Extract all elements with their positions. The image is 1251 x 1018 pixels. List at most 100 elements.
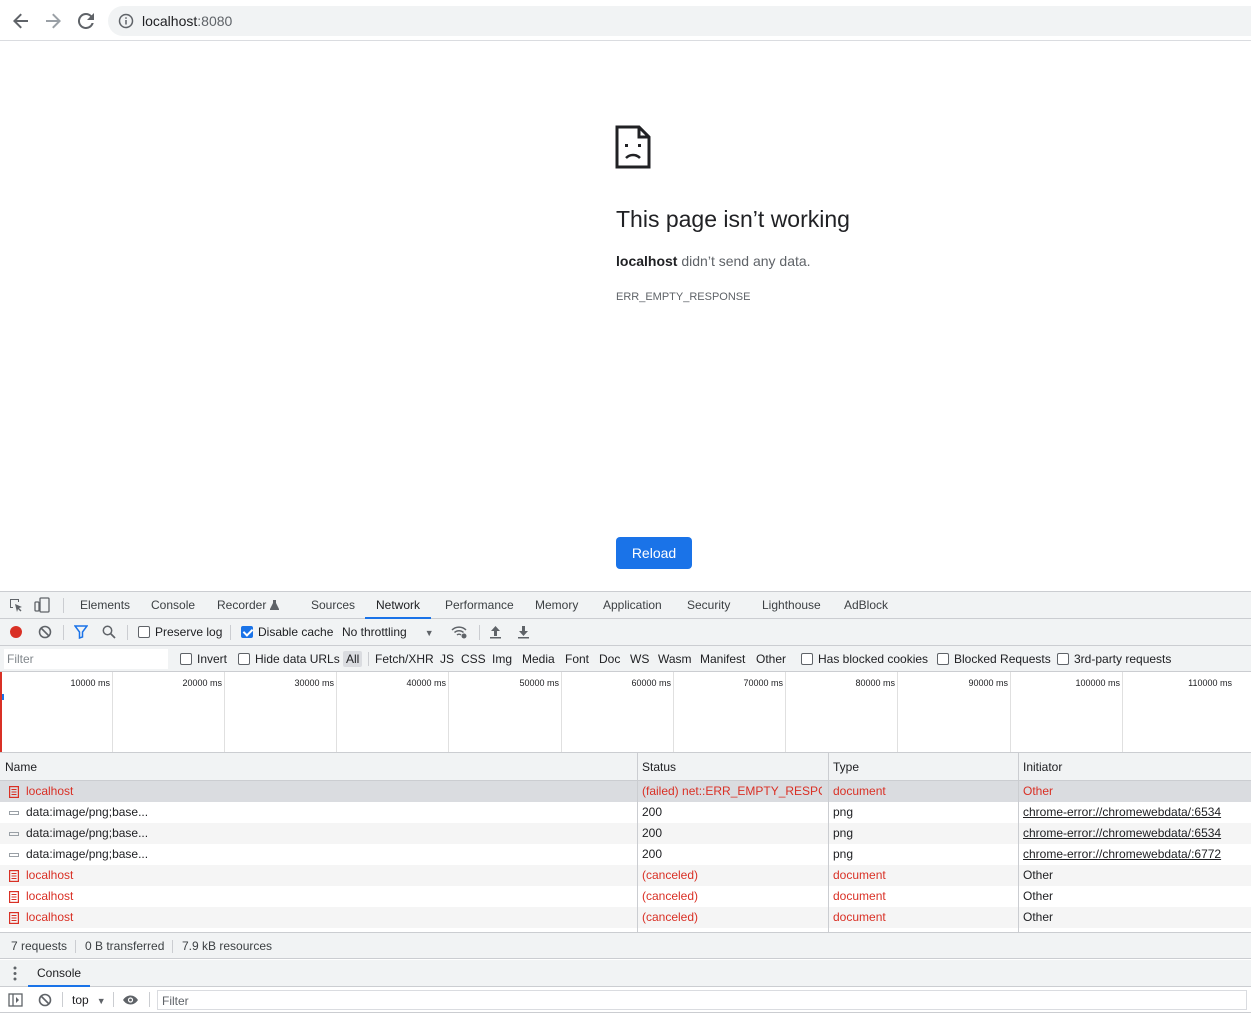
- sidebar-toggle-icon[interactable]: [8, 993, 23, 1007]
- type-filter-img[interactable]: Img: [492, 646, 512, 672]
- inspect-element-icon[interactable]: [9, 598, 24, 613]
- timeline-gridline: [561, 672, 562, 752]
- type-filter-media[interactable]: Media: [522, 646, 555, 672]
- checkbox[interactable]: [241, 626, 253, 638]
- filter-icon[interactable]: [74, 625, 88, 639]
- checkbox[interactable]: [937, 653, 949, 665]
- timeline-label: 110000 ms: [1188, 678, 1232, 688]
- search-icon[interactable]: [102, 625, 116, 639]
- tab-lighthouse[interactable]: Lighthouse: [762, 592, 821, 619]
- clear-icon[interactable]: [38, 625, 52, 639]
- reload-button[interactable]: Reload: [616, 537, 692, 569]
- has-blocked-cookies-checkbox[interactable]: Has blocked cookies: [801, 646, 928, 672]
- request-initiator[interactable]: chrome-error://chromewebdata/:6534: [1023, 823, 1248, 844]
- divider: [149, 992, 150, 1007]
- device-toolbar-icon[interactable]: [34, 597, 50, 613]
- request-status: (failed) net::ERR_EMPTY_RESPO...: [642, 784, 822, 798]
- request-name: localhost: [26, 784, 74, 798]
- clear-console-icon[interactable]: [38, 993, 52, 1007]
- column-divider[interactable]: [637, 753, 638, 932]
- request-name: localhost: [26, 868, 74, 882]
- export-har-icon[interactable]: [517, 625, 530, 639]
- table-row[interactable]: localhost (canceled) document Other: [0, 907, 1251, 928]
- timeline-label: 10000 ms: [70, 678, 110, 688]
- image-icon: [9, 832, 19, 836]
- back-arrow-icon[interactable]: [10, 10, 32, 32]
- column-header-status[interactable]: Status: [642, 753, 676, 781]
- drawer-tabbar: Console: [0, 960, 1251, 987]
- request-count: 7 requests: [11, 939, 68, 953]
- drawer-tab-console[interactable]: Console: [28, 960, 91, 987]
- type-filter-ws[interactable]: WS: [630, 646, 649, 672]
- type-filter-wasm[interactable]: Wasm: [658, 646, 692, 672]
- invert-checkbox[interactable]: Invert: [180, 646, 227, 672]
- type-filter-other[interactable]: Other: [756, 646, 786, 672]
- disable-cache-checkbox[interactable]: Disable cache: [241, 619, 333, 645]
- blocked-requests-checkbox[interactable]: Blocked Requests: [937, 646, 1051, 672]
- checkbox[interactable]: [1057, 653, 1069, 665]
- table-row[interactable]: localhost (canceled) document Other: [0, 886, 1251, 907]
- throttling-select[interactable]: No throttling ▼: [342, 619, 434, 645]
- type-filter-css[interactable]: CSS: [461, 646, 486, 672]
- timeline-gridline: [112, 672, 113, 752]
- timeline-label: 70000 ms: [743, 678, 783, 688]
- request-initiator[interactable]: chrome-error://chromewebdata/:6534: [1023, 802, 1248, 823]
- type-filter-font[interactable]: Font: [565, 646, 589, 672]
- document-icon: [9, 786, 19, 798]
- checkbox[interactable]: [801, 653, 813, 665]
- network-timeline-overview[interactable]: 10000 ms 20000 ms 30000 ms 40000 ms 5000…: [0, 672, 1251, 753]
- tab-network[interactable]: Network: [365, 592, 432, 619]
- tab-elements[interactable]: Elements: [80, 592, 130, 619]
- table-row[interactable]: localhost (canceled) document Other: [0, 865, 1251, 886]
- table-row[interactable]: data:image/png;base... 200 png chrome-error…: [0, 844, 1251, 865]
- column-divider[interactable]: [1018, 753, 1019, 932]
- request-initiator[interactable]: chrome-error://chromewebdata/:6772: [1023, 844, 1248, 865]
- type-filter-js[interactable]: JS: [440, 646, 454, 672]
- timeline-label: 30000 ms: [294, 678, 334, 688]
- column-header-initiator[interactable]: Initiator: [1023, 753, 1062, 781]
- filter-input[interactable]: Filter: [4, 649, 168, 669]
- tab-adblock[interactable]: AdBlock: [844, 592, 888, 619]
- timeline-label: 60000 ms: [631, 678, 671, 688]
- type-filter-all[interactable]: All: [343, 646, 363, 672]
- column-header-name[interactable]: Name: [5, 753, 37, 781]
- network-conditions-icon[interactable]: [451, 625, 468, 639]
- dropdown-arrow-icon: ▼: [424, 628, 434, 638]
- table-row[interactable]: data:image/png;base... 200 png chrome-error…: [0, 802, 1251, 823]
- tab-performance[interactable]: Performance: [445, 592, 514, 619]
- type-filter-fetch-xhr[interactable]: Fetch/XHR: [375, 646, 434, 672]
- record-icon[interactable]: [9, 625, 23, 639]
- request-type: png: [833, 826, 854, 840]
- address-bar[interactable]: localhost:8080: [108, 6, 1251, 36]
- context-select[interactable]: top ▼: [72, 987, 106, 1013]
- import-har-icon[interactable]: [489, 625, 502, 639]
- table-row[interactable]: data:image/png;base... 200 png chrome-error…: [0, 823, 1251, 844]
- type-filter-manifest[interactable]: Manifest: [700, 646, 745, 672]
- tab-sources[interactable]: Sources: [311, 592, 355, 619]
- console-filter-input[interactable]: Filter: [157, 990, 1247, 1010]
- reload-icon[interactable]: [75, 10, 97, 32]
- third-party-requests-checkbox[interactable]: 3rd-party requests: [1057, 646, 1171, 672]
- more-options-icon[interactable]: [13, 966, 17, 981]
- table-row[interactable]: localhost (failed) net::ERR_EMPTY_RESPO..…: [0, 781, 1251, 802]
- forward-arrow-icon[interactable]: [42, 10, 64, 32]
- tab-security[interactable]: Security: [687, 592, 730, 619]
- column-header-type[interactable]: Type: [833, 753, 859, 781]
- divider: [479, 625, 480, 640]
- type-filter-doc[interactable]: Doc: [599, 646, 620, 672]
- preserve-log-checkbox[interactable]: Preserve log: [138, 619, 222, 645]
- tab-recorder[interactable]: Recorder: [217, 592, 279, 619]
- column-divider[interactable]: [828, 753, 829, 932]
- tab-application[interactable]: Application: [603, 592, 662, 619]
- eye-icon[interactable]: [122, 994, 139, 1006]
- checkbox[interactable]: [238, 653, 250, 665]
- checkbox[interactable]: [138, 626, 150, 638]
- hide-data-urls-checkbox[interactable]: Hide data URLs: [238, 646, 340, 672]
- request-initiator: Other: [1023, 910, 1054, 924]
- request-type: document: [833, 889, 886, 903]
- tab-memory[interactable]: Memory: [535, 592, 578, 619]
- request-type: png: [833, 847, 854, 861]
- checkbox[interactable]: [180, 653, 192, 665]
- tab-console[interactable]: Console: [151, 592, 195, 619]
- info-icon[interactable]: [118, 13, 134, 29]
